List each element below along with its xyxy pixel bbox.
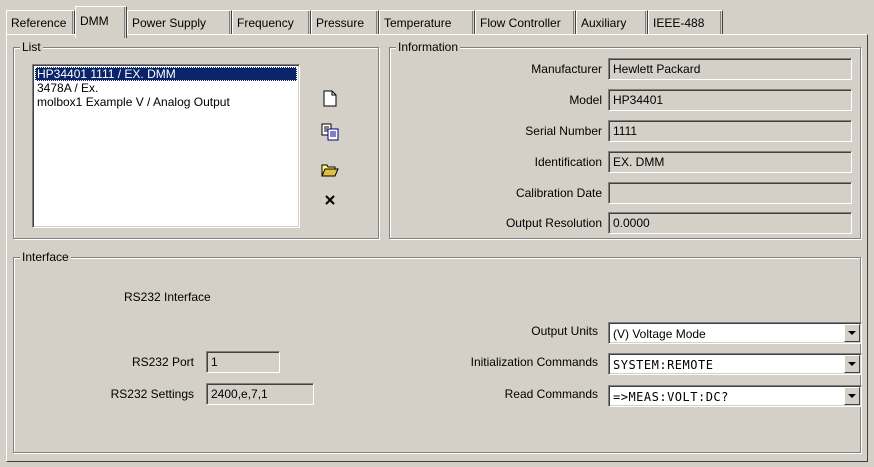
output-resolution-label: Output Resolution [505, 216, 602, 230]
tab-page-dmm: List HP34401 1111 / EX. DMM 3478A / Ex. … [6, 34, 868, 462]
tab-label: Pressure [316, 16, 365, 30]
read-commands-label: Read Commands [504, 387, 598, 401]
tab-label: Flow Controller [480, 16, 561, 30]
list-item[interactable]: molbox1 Example V / Analog Output [35, 95, 297, 109]
tab-label: Frequency [237, 16, 294, 30]
list-group-title: List [20, 40, 43, 54]
output-resolution-field[interactable]: 0.0000 [608, 212, 852, 234]
instrument-listbox[interactable]: HP34401 1111 / EX. DMM 3478A / Ex. molbo… [32, 64, 300, 228]
tab-label: Temperature [384, 16, 452, 30]
read-commands-value: =>MEAS:VOLT:DC? [613, 390, 729, 404]
serial-number-field[interactable]: 1111 [608, 120, 852, 142]
rs232-settings-field[interactable]: 2400,e,7,1 [206, 383, 314, 405]
identification-label: Identification [534, 155, 602, 169]
information-group-title: Information [396, 40, 461, 54]
model-label: Model [569, 93, 602, 107]
chevron-down-icon[interactable] [844, 324, 860, 342]
dmm-settings-window: Reference DMM Power Supply Frequency Pre… [0, 0, 874, 467]
tab-dmm[interactable]: DMM [75, 6, 127, 38]
list-item[interactable]: HP34401 1111 / EX. DMM [35, 67, 297, 81]
initialization-commands-label: Initialization Commands [470, 355, 598, 369]
serial-number-label: Serial Number [525, 124, 602, 138]
rs232-interface-heading: RS232 Interface [124, 290, 211, 304]
list-group: List HP34401 1111 / EX. DMM 3478A / Ex. … [13, 40, 379, 239]
tab-frequency[interactable]: Frequency [232, 10, 311, 36]
rs232-port-field[interactable]: 1 [206, 351, 280, 373]
model-field[interactable]: HP34401 [608, 89, 852, 111]
tab-label: Reference [11, 16, 67, 30]
calibration-date-field[interactable] [608, 182, 852, 204]
tab-ieee-488[interactable]: IEEE-488 [648, 10, 723, 36]
tab-label: DMM [80, 14, 109, 28]
tab-auxiliary[interactable]: Auxiliary [576, 10, 648, 36]
new-document-icon[interactable] [318, 86, 342, 110]
chevron-down-icon[interactable] [844, 355, 860, 373]
output-units-value: (V) Voltage Mode [613, 327, 706, 341]
manufacturer-label: Manufacturer [531, 62, 602, 76]
interface-group: Interface RS232 Interface RS232 Port 1 R… [13, 250, 862, 453]
initialization-commands-value: SYSTEM:REMOTE [613, 358, 714, 372]
open-folder-icon[interactable] [318, 158, 342, 182]
rs232-settings-label: RS232 Settings [110, 387, 194, 401]
list-item[interactable]: 3478A / Ex. [35, 81, 297, 95]
output-units-label: Output Units [531, 324, 598, 338]
interface-group-title: Interface [20, 250, 71, 264]
tab-label: Auxiliary [581, 16, 627, 30]
chevron-down-icon[interactable] [844, 387, 860, 405]
tab-pressure[interactable]: Pressure [311, 10, 379, 36]
calibration-date-label: Calibration Date [515, 186, 602, 200]
tab-power-supply[interactable]: Power Supply [127, 10, 232, 36]
manufacturer-field[interactable]: Hewlett Packard [608, 58, 852, 80]
output-units-select[interactable]: (V) Voltage Mode [608, 322, 862, 344]
rs232-port-label: RS232 Port [131, 355, 194, 369]
tab-reference[interactable]: Reference [6, 10, 75, 36]
tab-flow-controller[interactable]: Flow Controller [475, 10, 576, 36]
delete-icon[interactable] [318, 188, 342, 212]
copy-icon[interactable] [318, 120, 342, 144]
initialization-commands-select[interactable]: SYSTEM:REMOTE [608, 353, 862, 375]
read-commands-select[interactable]: =>MEAS:VOLT:DC? [608, 385, 862, 407]
identification-field[interactable]: EX. DMM [608, 151, 852, 173]
tab-label: IEEE-488 [653, 16, 705, 30]
tab-label: Power Supply [132, 16, 207, 30]
information-group: Information Manufacturer Hewlett Packard… [389, 40, 861, 239]
tab-temperature[interactable]: Temperature [379, 10, 475, 36]
